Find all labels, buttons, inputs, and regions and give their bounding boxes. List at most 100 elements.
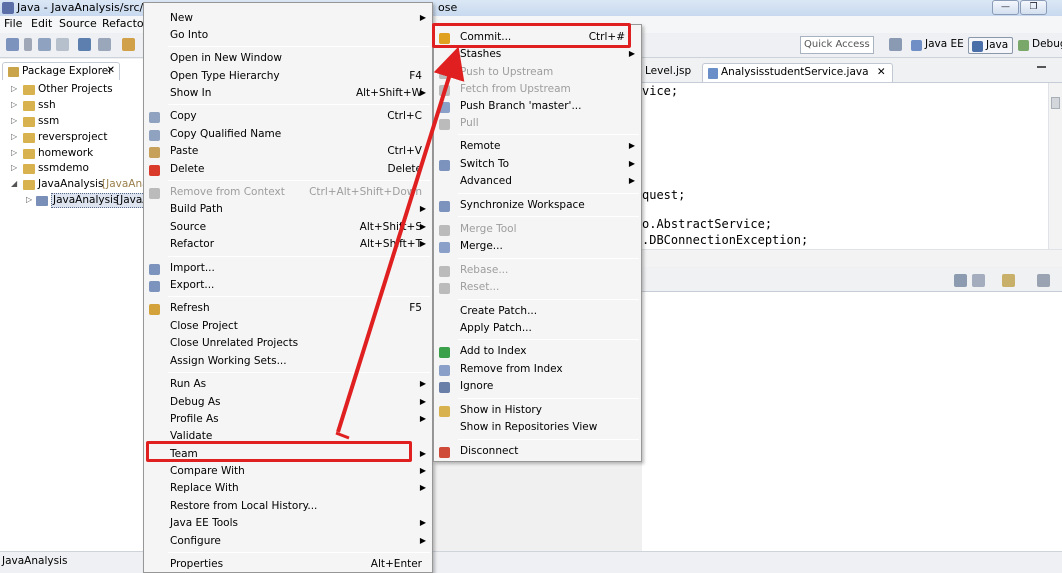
tree-item-javaanalysis[interactable]: ◢ JavaAnalysis [JavaAnal bbox=[0, 177, 145, 193]
tree-expand-icon[interactable]: ▷ bbox=[11, 132, 17, 141]
team-menu-item-stashes[interactable]: Stashes ▶ bbox=[434, 47, 641, 64]
context-menu-item-replace-with[interactable]: Replace With ▶ bbox=[144, 481, 432, 498]
perspective-debug[interactable]: Debug bbox=[1015, 37, 1062, 54]
submenu-arrow-icon: ▶ bbox=[419, 536, 426, 545]
context-menu-item-import[interactable]: Import... bbox=[144, 261, 432, 278]
tree-expand-icon[interactable]: ▷ bbox=[26, 195, 32, 204]
menu-item-label: Close Project bbox=[170, 320, 238, 332]
tree-item-reversproject[interactable]: ▷ reversproject bbox=[0, 130, 145, 146]
tree-item-javaanalysis-child[interactable]: ▷ JavaAnalysis [JavaAn bbox=[0, 193, 145, 209]
save-all-icon[interactable] bbox=[56, 38, 69, 51]
perspective-java[interactable]: Java bbox=[968, 37, 1014, 54]
context-menu-item-open-type-hierarchy[interactable]: Open Type Hierarchy F4 bbox=[144, 69, 432, 86]
team-menu-item-show-in-history[interactable]: Show in History bbox=[434, 403, 641, 420]
team-menu-item-merge[interactable]: Merge... bbox=[434, 239, 641, 256]
open-console-icon[interactable] bbox=[954, 274, 967, 287]
tree-expand-icon[interactable]: ▷ bbox=[11, 84, 17, 93]
team-menu-item-advanced[interactable]: Advanced ▶ bbox=[434, 174, 641, 191]
context-menu-item-delete[interactable]: Delete Delete bbox=[144, 162, 432, 179]
vertical-scrollbar[interactable] bbox=[1048, 83, 1062, 249]
team-menu-item-remote[interactable]: Remote ▶ bbox=[434, 139, 641, 156]
context-menu-item-source[interactable]: Source Alt+Shift+S ▶ bbox=[144, 220, 432, 237]
team-menu-item-switch-to[interactable]: Switch To ▶ bbox=[434, 157, 641, 174]
team-menu-item-apply-patch[interactable]: Apply Patch... bbox=[434, 321, 641, 338]
context-menu-item-copy[interactable]: Copy Ctrl+C bbox=[144, 109, 432, 126]
team-menu-item-add-to-index[interactable]: Add to Index bbox=[434, 344, 641, 361]
team-menu-item-push-to-upstream: Push to Upstream bbox=[434, 65, 641, 82]
menu-edit[interactable]: Edit bbox=[31, 17, 52, 30]
context-menu-item-restore-from-local-history[interactable]: Restore from Local History... bbox=[144, 499, 432, 516]
context-menu-item-profile-as[interactable]: Profile As ▶ bbox=[144, 412, 432, 429]
team-menu-item-ignore[interactable]: Ignore bbox=[434, 379, 641, 396]
menu-file[interactable]: File bbox=[4, 17, 22, 30]
submenu-arrow-icon: ▶ bbox=[419, 204, 426, 213]
open-perspective-icon[interactable] bbox=[889, 38, 902, 51]
context-menu-item-close-unrelated-projects[interactable]: Close Unrelated Projects bbox=[144, 336, 432, 353]
horizontal-scrollbar[interactable] bbox=[642, 249, 1062, 267]
context-menu-item-java-ee-tools[interactable]: Java EE Tools ▶ bbox=[144, 516, 432, 533]
context-menu-item-run-as[interactable]: Run As ▶ bbox=[144, 377, 432, 394]
tree-item-ssmdemo[interactable]: ▷ ssmdemo bbox=[0, 161, 145, 177]
context-menu-item-configure[interactable]: Configure ▶ bbox=[144, 534, 432, 551]
menu-item-label: Refactor bbox=[170, 238, 215, 250]
context-menu-item-copy-qualified-name[interactable]: Copy Qualified Name bbox=[144, 127, 432, 144]
context-menu-item-build-path[interactable]: Build Path ▶ bbox=[144, 202, 432, 219]
new-icon[interactable] bbox=[6, 38, 19, 51]
tree-item-suffix: [JavaAnal bbox=[102, 178, 145, 190]
context-menu-item-properties[interactable]: Properties Alt+Enter bbox=[144, 557, 432, 573]
quick-access-input[interactable]: Quick Access bbox=[800, 36, 874, 54]
context-menu-item-paste[interactable]: Paste Ctrl+V bbox=[144, 144, 432, 161]
context-menu-item-export[interactable]: Export... bbox=[144, 278, 432, 295]
context-menu-item-show-in[interactable]: Show In Alt+Shift+W ▶ bbox=[144, 86, 432, 103]
menu-item-shortcut: F5 bbox=[409, 302, 422, 314]
menu-source[interactable]: Source bbox=[59, 17, 97, 30]
tree-item-ssm[interactable]: ▷ ssm bbox=[0, 114, 145, 130]
tree-expand-icon[interactable]: ▷ bbox=[11, 148, 17, 157]
context-menu-item-refactor[interactable]: Refactor Alt+Shift+T ▶ bbox=[144, 237, 432, 254]
context-menu-item-assign-working-sets[interactable]: Assign Working Sets... bbox=[144, 354, 432, 371]
print-icon[interactable] bbox=[78, 38, 91, 51]
code-editor[interactable]: vice; quest; o.AbstractService; .DBConne… bbox=[642, 83, 1062, 249]
minimize-button[interactable]: — bbox=[992, 0, 1019, 15]
tree-item-other-projects[interactable]: ▷ Other Projects bbox=[0, 82, 145, 98]
close-icon[interactable]: ✕ bbox=[877, 66, 886, 78]
perspective-java-ee[interactable]: Java EE bbox=[908, 37, 968, 54]
tree-item-homework[interactable]: ▷ homework bbox=[0, 146, 145, 162]
editor-tab-level-jsp[interactable]: Level.jsp bbox=[642, 63, 697, 82]
tree-expand-icon[interactable]: ▷ bbox=[11, 116, 17, 125]
tree-expand-icon[interactable]: ▷ bbox=[11, 163, 17, 172]
close-icon[interactable]: ✕ bbox=[107, 65, 115, 76]
team-menu-item-synchronize-workspace[interactable]: Synchronize Workspace bbox=[434, 198, 641, 215]
console-icon[interactable] bbox=[98, 38, 111, 51]
context-menu-item-go-into[interactable]: Go Into bbox=[144, 28, 432, 45]
package-icon[interactable] bbox=[122, 38, 135, 51]
display-selected-icon[interactable] bbox=[972, 274, 985, 287]
context-menu-item-debug-as[interactable]: Debug As ▶ bbox=[144, 395, 432, 412]
team-menu-item-remove-from-index[interactable]: Remove from Index bbox=[434, 362, 641, 379]
scrollbar-thumb[interactable] bbox=[1051, 97, 1060, 109]
minimize-view-icon[interactable] bbox=[1037, 274, 1050, 287]
context-menu-item-close-project[interactable]: Close Project bbox=[144, 319, 432, 336]
team-menu-item-show-in-repositories-view[interactable]: Show in Repositories View bbox=[434, 420, 641, 437]
menu-item-label: Advanced bbox=[460, 175, 512, 187]
tree-collapse-icon[interactable]: ◢ bbox=[11, 179, 17, 188]
team-menu-item-create-patch[interactable]: Create Patch... bbox=[434, 304, 641, 321]
project-folder-icon bbox=[23, 164, 35, 174]
context-menu-item-compare-with[interactable]: Compare With ▶ bbox=[144, 464, 432, 481]
team-menu-item-push-branch-master[interactable]: Push Branch 'master'... bbox=[434, 99, 641, 116]
menu-item-label: Assign Working Sets... bbox=[170, 355, 287, 367]
editor-tab-analysisstudentservice[interactable]: AnalysisstudentService.java ✕ bbox=[702, 63, 893, 82]
dropdown-icon[interactable] bbox=[24, 38, 32, 51]
menu-refactor[interactable]: Refactor bbox=[102, 17, 148, 30]
tree-item-ssh[interactable]: ▷ ssh bbox=[0, 98, 145, 114]
minimize-view-icon[interactable] bbox=[1037, 66, 1046, 68]
context-menu-item-refresh[interactable]: Refresh F5 bbox=[144, 301, 432, 318]
context-menu-item-open-in-new-window[interactable]: Open in New Window bbox=[144, 51, 432, 68]
context-menu-item-new[interactable]: New ▶ bbox=[144, 11, 432, 28]
package-explorer-tab[interactable]: Package Explorer ✕ bbox=[2, 62, 120, 80]
maximize-button[interactable]: ❐ bbox=[1020, 0, 1047, 15]
save-icon[interactable] bbox=[38, 38, 51, 51]
team-menu-item-disconnect[interactable]: Disconnect bbox=[434, 444, 641, 461]
tree-expand-icon[interactable]: ▷ bbox=[11, 100, 17, 109]
new-console-icon[interactable] bbox=[1002, 274, 1015, 287]
